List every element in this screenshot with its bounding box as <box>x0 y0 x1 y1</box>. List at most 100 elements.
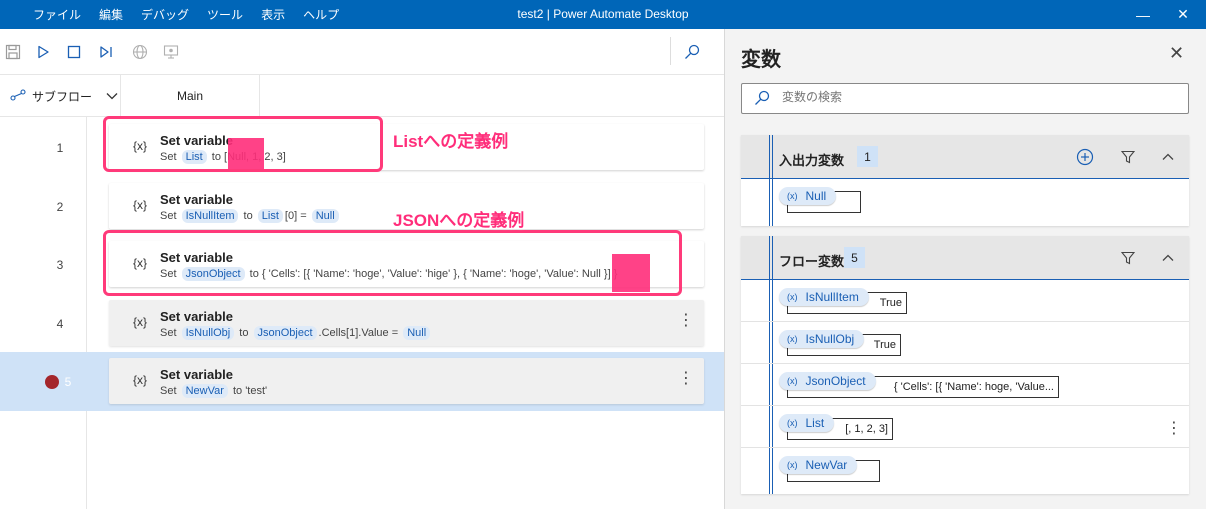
variable-row[interactable]: (x) NewVar <box>741 448 1189 490</box>
menu-tools[interactable]: ツール <box>198 6 252 23</box>
io-group-title: 入出力変数 <box>779 153 845 168</box>
variable-icon: (x) <box>787 292 798 302</box>
tab-main[interactable]: Main <box>120 75 260 117</box>
property-expression: .Cells[1].Value = <box>318 327 399 339</box>
annotation-list-label: Listへの定義例 <box>393 132 509 151</box>
variables-pane: 変数 ✕ 入出力変数 1 (x) Null <box>725 29 1206 509</box>
variable-name-chip: (x) IsNullObj <box>779 330 865 348</box>
subflow-dropdown[interactable]: サブフロー <box>10 75 118 117</box>
chevron-up-icon[interactable] <box>1159 148 1177 166</box>
filter-icon[interactable] <box>1119 148 1137 166</box>
chevron-down-icon <box>106 89 118 103</box>
variable-icon: (x) <box>787 460 798 470</box>
more-options-icon[interactable]: ⋮ <box>1166 418 1182 438</box>
variable-chip: List <box>257 209 283 223</box>
subflow-label: サブフロー <box>32 89 93 104</box>
set-keyword: Set <box>160 385 177 397</box>
flow-group-header[interactable]: フロー変数 5 <box>741 236 1189 280</box>
variable-search-field[interactable] <box>741 83 1189 114</box>
variable-row[interactable]: { 'Cells': [{ 'Name': hoge, 'Value... (x… <box>741 364 1189 406</box>
index-expression: [0] = <box>284 210 307 222</box>
tabs-bar: サブフロー Main <box>0 75 724 117</box>
variable-name-chip: (x) NewVar <box>779 456 858 474</box>
row-number: 3 <box>56 258 64 272</box>
variable-row[interactable]: True (x) IsNullObj <box>741 322 1189 364</box>
to-keyword: to <box>232 385 243 397</box>
menu-debug[interactable]: デバッグ <box>132 6 198 23</box>
variable-icon: (x) <box>787 191 798 201</box>
variable-search-input[interactable] <box>782 90 1162 104</box>
action-description: Set IsNullItem to List [0] = Null <box>160 209 341 223</box>
toolbar-separator <box>670 37 671 65</box>
close-window-button[interactable]: ✕ <box>1160 0 1206 29</box>
variable-name: JsonObject <box>805 374 866 388</box>
run-next-action-icon[interactable] <box>95 41 117 63</box>
set-keyword: Set <box>160 210 177 222</box>
io-variables-group: 入出力変数 1 (x) Null <box>741 135 1189 226</box>
variable-row[interactable]: (x) Null <box>741 179 1189 221</box>
variable-icon: {x} <box>133 373 148 387</box>
stop-icon[interactable] <box>63 41 85 63</box>
variable-name-chip: (x) JsonObject <box>779 372 876 390</box>
menu-view[interactable]: 表示 <box>252 6 294 23</box>
variable-name-chip: (x) IsNullItem <box>779 288 869 306</box>
subflow-icon <box>10 88 26 104</box>
pane-title: 変数 <box>741 49 781 71</box>
chevron-up-icon[interactable] <box>1159 249 1177 267</box>
variable-chip: IsNullObj <box>181 326 235 340</box>
action-set-variable-5[interactable]: {x} Set variable Set NewVar to 'test' ⋮ <box>109 358 704 404</box>
web-recorder-icon[interactable] <box>129 41 151 63</box>
run-icon[interactable] <box>32 41 54 63</box>
flow-variables-group: フロー変数 5 True (x) IsNullItem True (x) IsNul… <box>741 236 1189 494</box>
variable-icon: {x} <box>133 198 148 212</box>
to-keyword: to <box>239 327 249 339</box>
close-pane-button[interactable]: ✕ <box>1169 43 1184 64</box>
variable-name: NewVar <box>805 458 848 472</box>
io-group-header[interactable]: 入出力変数 1 <box>741 135 1189 179</box>
flow-group-title: フロー変数 <box>779 254 845 269</box>
annotation-box-json <box>103 230 682 296</box>
menu-edit[interactable]: 編集 <box>90 6 132 23</box>
row-number: 5 <box>64 375 72 389</box>
variable-row[interactable]: True (x) IsNullItem <box>741 280 1189 322</box>
desktop-recorder-icon[interactable] <box>160 41 182 63</box>
save-icon[interactable] <box>2 41 24 63</box>
search-icon[interactable] <box>681 41 703 63</box>
variable-name: List <box>805 416 825 430</box>
action-description: Set NewVar to 'test' <box>160 384 267 398</box>
variable-icon: {x} <box>133 315 148 329</box>
to-keyword: to <box>243 210 253 222</box>
value-chip: Null <box>403 326 431 340</box>
row-number: 1 <box>56 141 64 155</box>
variable-name: IsNullItem <box>805 290 859 304</box>
action-title: Set variable <box>160 309 233 324</box>
annotation-json-label: JSONへの定義例 <box>393 211 525 230</box>
action-set-variable-4[interactable]: {x} Set variable Set IsNullObj to JsonOb… <box>109 300 704 346</box>
variable-name-chip: (x) List <box>779 414 835 432</box>
menu-bar: ファイル 編集 デバッグ ツール 表示 ヘルプ <box>24 0 348 29</box>
flow-group-count: 5 <box>844 247 865 268</box>
variable-chip: NewVar <box>181 384 228 398</box>
filter-icon[interactable] <box>1119 249 1137 267</box>
variable-icon: (x) <box>787 418 798 428</box>
variable-name: Null <box>805 189 827 203</box>
menu-file[interactable]: ファイル <box>24 6 90 23</box>
annotation-box-list <box>103 116 383 172</box>
value-chip: Null <box>311 209 339 223</box>
gutter-divider <box>86 117 87 509</box>
action-description: Set IsNullObj to JsonObject .Cells[1].Val… <box>160 326 432 340</box>
action-title: Set variable <box>160 192 233 207</box>
search-icon <box>754 90 770 109</box>
variable-icon: (x) <box>787 334 798 344</box>
action-title: Set variable <box>160 367 233 382</box>
variable-chip: JsonObject <box>253 326 317 340</box>
more-options-icon[interactable]: ⋮ <box>678 313 694 329</box>
row-number: 2 <box>56 200 64 214</box>
variable-name: IsNullObj <box>805 332 855 346</box>
io-group-count: 1 <box>857 146 878 167</box>
add-icon[interactable] <box>1076 148 1094 166</box>
variable-row[interactable]: [, 1, 2, 3] (x) List ⋮ <box>741 406 1189 448</box>
variable-icon: (x) <box>787 376 798 386</box>
menu-help[interactable]: ヘルプ <box>294 6 348 23</box>
more-options-icon[interactable]: ⋮ <box>678 371 694 387</box>
